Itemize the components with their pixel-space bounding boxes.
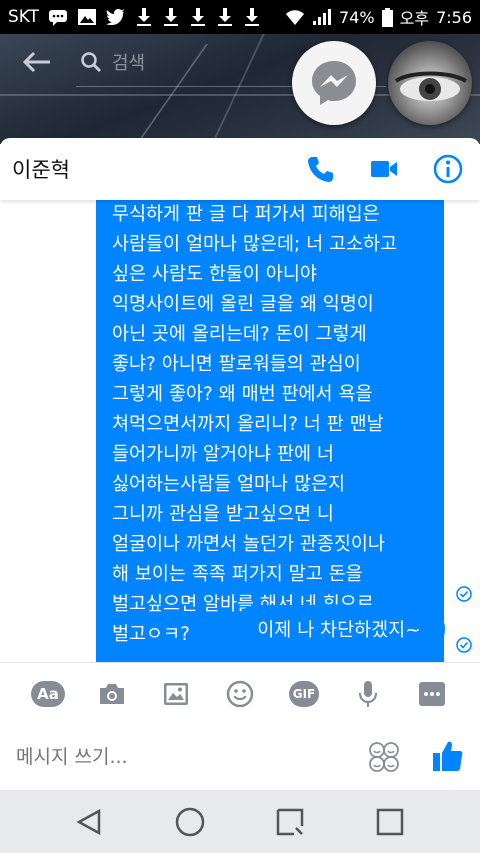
message-bubble[interactable]: 글삼아 는 걸 훔치가지 말고, 따가무식하게 판 글 다 퍼가서 피해입은사람… — [96, 200, 444, 662]
message-line: 무식하게 판 글 다 퍼가서 피해입은 — [112, 204, 380, 225]
info-icon — [433, 154, 463, 184]
chat-header: 이준혁 — [0, 138, 480, 200]
avatar[interactable] — [388, 41, 472, 125]
download-icon — [191, 8, 206, 26]
gif-button[interactable]: GIF — [284, 674, 324, 714]
contact-name[interactable]: 이준혁 — [12, 154, 70, 184]
download-icon — [137, 8, 152, 26]
message-line: 해 보이는 족족 퍼가지 말고 돈을 — [112, 564, 363, 585]
message-text: 이제 나 차단하겠지~ — [257, 620, 421, 641]
text-format-button[interactable]: Aa — [28, 674, 68, 714]
phone-icon — [308, 157, 333, 182]
aa-label: Aa — [31, 680, 65, 707]
video-call-button[interactable] — [352, 145, 416, 193]
message-line: 얼굴이나 까면서 놀던가 관종짓이나 — [112, 534, 385, 555]
message-line: 좋냐? 아니면 팔로워들의 관심이 — [112, 354, 361, 375]
message-line: 그니까 관심을 받고싶으면 니 — [112, 504, 334, 525]
square-icon — [376, 808, 404, 835]
camera-button[interactable] — [92, 674, 132, 714]
twitter-icon — [106, 9, 126, 25]
more-button[interactable] — [412, 674, 452, 714]
battery-percent: 74% — [339, 7, 375, 27]
search-placeholder[interactable]: 검색 — [112, 49, 145, 75]
emoji-button[interactable] — [220, 674, 260, 714]
signal-icon — [313, 9, 332, 25]
mic-icon — [358, 680, 378, 707]
message-bubble[interactable]: 이제 나 차단하겠지~ — [233, 605, 445, 653]
download-icon — [218, 8, 233, 26]
camera-icon — [100, 683, 124, 704]
message-line: 아닌 곳에 올리는데? 돈이 그렇게 — [112, 324, 367, 345]
recent-apps-icon — [276, 808, 304, 835]
emoji-icon — [226, 680, 254, 707]
carrier-label: SKT — [8, 7, 40, 27]
clock-time: 7:56 — [436, 7, 472, 27]
clock-ampm: 오후 — [399, 9, 430, 28]
message-line: 들어가니까 알거아냐 판에 너 — [112, 444, 334, 465]
nav-recent-button[interactable] — [272, 804, 308, 840]
nav-home-button[interactable] — [172, 804, 208, 840]
nav-back-button[interactable] — [72, 804, 108, 840]
message-list[interactable]: 글삼아 는 걸 훔치가지 말고, 따가무식하게 판 글 다 퍼가서 피해입은사람… — [0, 200, 480, 662]
seen-check-icon — [456, 586, 472, 602]
message-text: 글삼아 는 걸 훔치가지 말고, 따가무식하게 판 글 다 퍼가서 피해입은사람… — [112, 200, 434, 650]
home-icon — [175, 807, 205, 836]
message-line: 그렇게 좋아? 왜 매번 판에서 욕을 — [112, 384, 373, 405]
message-line: 싫어하는사람들 얼마나 많은지 — [112, 474, 346, 495]
message-line: 익명사이트에 올린 글을 왜 익명이 — [112, 294, 374, 315]
seen-check-icon — [456, 637, 472, 653]
eye-photo — [394, 71, 468, 101]
more-icon — [419, 681, 445, 706]
sticker-icon[interactable] — [368, 741, 400, 773]
system-nav-bar — [0, 790, 480, 853]
back-icon — [76, 808, 101, 835]
status-bar: SKT 74% 오후 7:56 — [0, 0, 480, 34]
search-icon — [81, 52, 102, 73]
messenger-chathead[interactable] — [292, 41, 376, 125]
composer-toolbar: Aa GIF — [0, 662, 480, 724]
gallery-button[interactable] — [156, 674, 196, 714]
gallery-icon — [164, 682, 188, 705]
composer — [0, 724, 480, 790]
download-icon — [164, 8, 179, 26]
call-button[interactable] — [288, 145, 352, 193]
battery-icon — [381, 7, 393, 27]
nav-overview-button[interactable] — [372, 804, 408, 840]
wifi-icon — [286, 10, 305, 25]
download-icon — [245, 8, 260, 26]
back-arrow-icon[interactable] — [22, 50, 52, 74]
info-button[interactable] — [416, 145, 480, 193]
message-input[interactable] — [16, 746, 316, 768]
messenger-icon — [312, 61, 356, 105]
gif-label: GIF — [289, 680, 319, 707]
image-icon — [78, 9, 97, 25]
message-line: 사람들이 얼마나 많은데; 너 고소하고 — [112, 234, 398, 255]
video-icon — [371, 161, 397, 177]
message-line: 싶은 사람도 한둘이 아니야 — [112, 264, 317, 285]
chat-icon — [49, 10, 68, 26]
message-line: 쳐먹으면서까지 올리니? 너 판 맨날 — [112, 414, 384, 435]
thumbs-up-icon[interactable] — [432, 739, 464, 773]
voice-button[interactable] — [348, 674, 388, 714]
